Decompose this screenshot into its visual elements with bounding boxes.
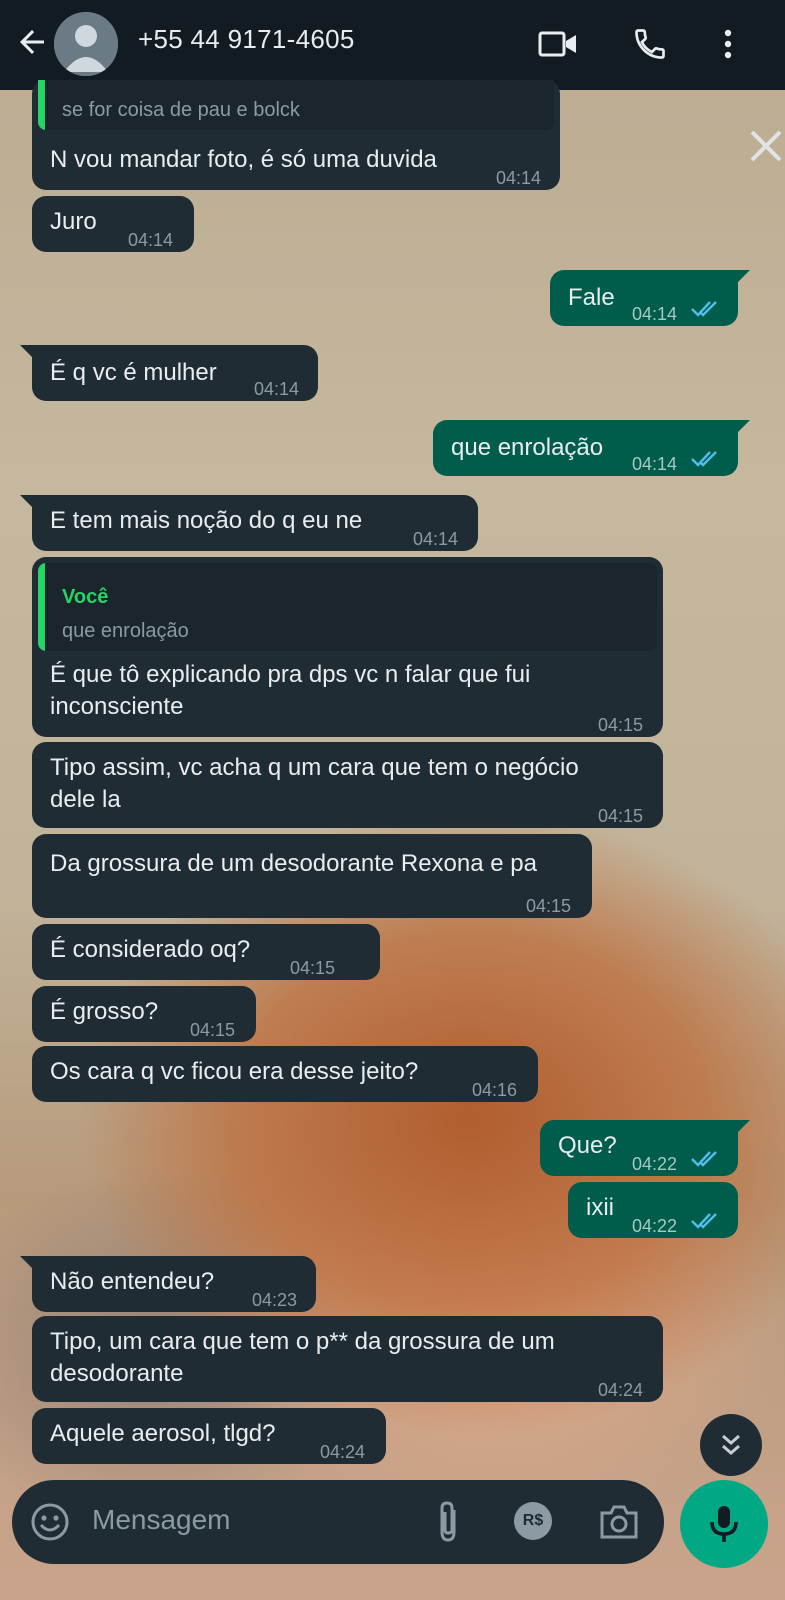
message-input[interactable]: Mensagem (92, 1504, 231, 1536)
emoji-icon[interactable] (30, 1502, 70, 1542)
message-time: 04:24 (320, 1442, 366, 1462)
message-time: 04:15 (190, 1020, 236, 1040)
chat-header: +55 44 9171-4605 (0, 0, 785, 90)
message-time: 04:14 (413, 529, 459, 549)
message-text: Que? (558, 1132, 617, 1159)
quote-bar (38, 80, 45, 130)
read-receipt-icon (691, 301, 717, 317)
message-composer[interactable]: Mensagem R$ (12, 1480, 664, 1564)
quoted-text: que enrolação (62, 620, 189, 642)
close-icon[interactable] (746, 126, 785, 166)
message-bubble[interactable]: Fale 04:14 (550, 270, 738, 326)
message-time: 04:22 (632, 1154, 678, 1174)
message-bubble[interactable]: Os cara q vc ficou era desse jeito? 04:1… (32, 1046, 538, 1102)
attach-icon[interactable] (430, 1500, 466, 1544)
read-receipt-icon (691, 1151, 717, 1167)
message-time: 04:16 (472, 1080, 518, 1100)
message-bubble[interactable]: se for coisa de pau e bolck N vou mandar… (32, 80, 560, 190)
message-bubble[interactable]: que enrolação 04:14 (433, 420, 738, 476)
mic-button[interactable] (680, 1480, 768, 1568)
message-text: Da grossura de um desodorante Rexona e p… (50, 850, 537, 877)
message-bubble[interactable]: Juro 04:14 (32, 196, 194, 252)
message-time: 04:15 (598, 806, 644, 826)
message-bubble[interactable]: Tipo assim, vc acha q um cara que tem o … (32, 742, 663, 828)
message-text: Os cara q vc ficou era desse jeito? (50, 1058, 419, 1085)
avatar-icon (54, 12, 118, 76)
message-time: 04:14 (632, 304, 678, 324)
quoted-message[interactable]: Você que enrolação (38, 563, 657, 651)
read-receipt-icon (691, 1213, 717, 1229)
double-chevron-down-icon (722, 1434, 740, 1455)
message-time: 04:14 (496, 168, 542, 188)
message-bubble[interactable]: Não entendeu? 04:23 (32, 1256, 316, 1312)
message-bubble[interactable]: Que? 04:22 (540, 1120, 738, 1176)
payment-label: R$ (522, 1512, 544, 1529)
message-time: 04:15 (526, 896, 572, 916)
message-time: 04:15 (290, 958, 336, 978)
phone-icon[interactable] (628, 22, 672, 66)
bubble-tail (736, 420, 750, 434)
message-bubble[interactable]: ixii 04:22 (568, 1182, 738, 1238)
video-call-icon[interactable] (536, 22, 580, 66)
message-bubble[interactable]: É q vc é mulher 04:14 (32, 345, 318, 401)
more-vert-icon[interactable] (706, 22, 750, 66)
message-time: 04:14 (254, 379, 300, 399)
message-time: 04:15 (598, 715, 644, 735)
mic-icon (710, 1506, 738, 1542)
read-receipt-icon (691, 451, 717, 467)
message-bubble[interactable]: Você que enrolação É que tô explicando p… (32, 557, 663, 737)
message-text: É considerado oq? (50, 936, 251, 963)
message-bubble[interactable]: É considerado oq? 04:15 (32, 924, 380, 980)
avatar[interactable] (54, 12, 118, 76)
message-time: 04:24 (598, 1380, 644, 1400)
quoted-message[interactable]: se for coisa de pau e bolck (38, 80, 554, 130)
message-bubble[interactable]: E tem mais noção do q eu ne 04:14 (32, 495, 478, 551)
message-time: 04:14 (128, 230, 174, 250)
message-text: É que tô explicando pra dps vc n falar q… (50, 661, 531, 720)
message-bubble[interactable]: Aquele aerosol, tlgd? 04:24 (32, 1408, 386, 1464)
message-text: Aquele aerosol, tlgd? (50, 1420, 276, 1447)
message-bubble[interactable]: Tipo, um cara que tem o p** da grossura … (32, 1316, 663, 1402)
message-time: 04:14 (632, 454, 678, 474)
quoted-author: Você (62, 586, 109, 608)
contact-name[interactable]: +55 44 9171-4605 (138, 24, 355, 55)
back-arrow-icon[interactable] (14, 24, 50, 60)
quote-bar (38, 563, 45, 651)
camera-icon[interactable] (598, 1502, 640, 1542)
message-bubble[interactable]: Da grossura de um desodorante Rexona e p… (32, 834, 592, 918)
message-text: Fale (568, 284, 615, 311)
payment-icon[interactable]: R$ (514, 1502, 552, 1540)
message-bubble[interactable]: É grosso? 04:15 (32, 986, 256, 1042)
message-text: que enrolação (451, 434, 604, 461)
message-text: N vou mandar foto, é só uma duvida (50, 146, 437, 173)
bubble-tail (736, 270, 750, 284)
message-text: E tem mais noção do q eu ne (50, 507, 363, 534)
message-time: 04:23 (252, 1290, 298, 1310)
message-text: É grosso? (50, 998, 159, 1025)
message-text: É q vc é mulher (50, 359, 217, 386)
message-text: ixii (586, 1194, 614, 1221)
scroll-to-bottom-button[interactable] (700, 1414, 762, 1476)
message-text: Não entendeu? (50, 1268, 215, 1295)
message-text: Juro (50, 208, 97, 235)
message-text: Tipo assim, vc acha q um cara que tem o … (50, 754, 579, 813)
quoted-text: se for coisa de pau e bolck (62, 99, 300, 121)
message-time: 04:22 (632, 1216, 678, 1236)
message-text: Tipo, um cara que tem o p** da grossura … (50, 1328, 555, 1387)
bubble-tail (736, 1120, 750, 1134)
